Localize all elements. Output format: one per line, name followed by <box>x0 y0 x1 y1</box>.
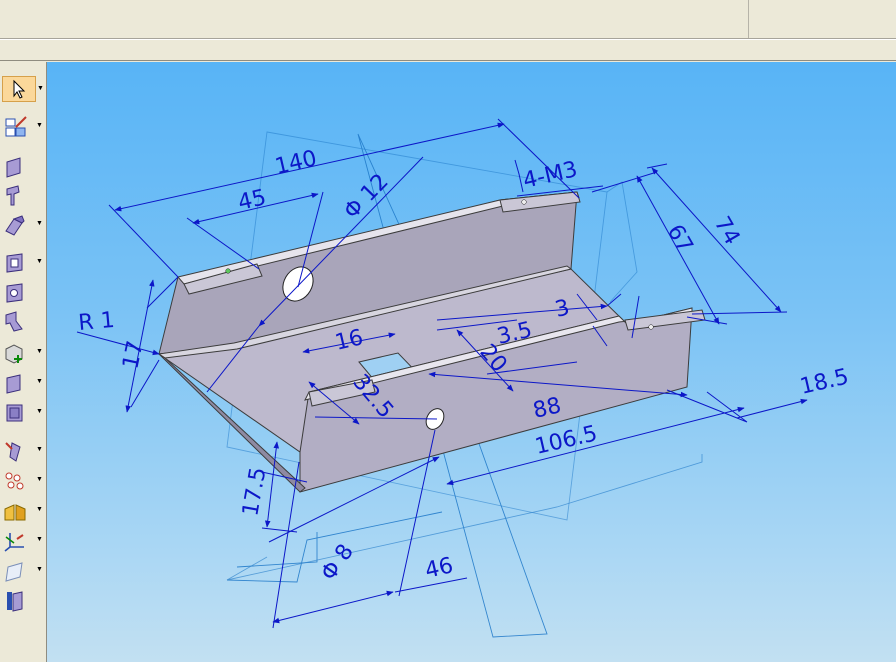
dropdown-arrow-icon[interactable]: ▼ <box>36 408 43 416</box>
dropdown-arrow-icon[interactable]: ▼ <box>36 378 43 386</box>
sheet-metal-drawing: 140 45 Φ 12 4-M3 67 74 R 1 17 16 3.5 3 2… <box>76 118 851 638</box>
title-area <box>0 0 896 40</box>
reference-plane-icon <box>5 562 23 582</box>
mirror-tool-button[interactable]: ▼ <box>2 498 43 524</box>
bend-icon <box>5 311 23 332</box>
plate-tool-button[interactable]: ▼ <box>2 400 43 426</box>
tab-icon <box>6 157 21 178</box>
sketch-edit-icon <box>5 116 27 137</box>
coordinate-system-icon <box>4 533 24 552</box>
divider <box>0 60 896 61</box>
dropdown-arrow-icon[interactable]: ▼ <box>36 536 43 544</box>
dropdown-arrow-icon[interactable]: ▼ <box>36 258 43 266</box>
thicken-icon <box>6 374 21 394</box>
contour-flange-icon <box>5 215 25 236</box>
dim-45: 45 <box>236 185 269 216</box>
dim-4-m3: 4-M3 <box>521 157 580 194</box>
dropdown-arrow-icon[interactable]: ▼ <box>36 122 43 130</box>
dim-17: 17 <box>118 339 148 372</box>
insert-corner-icon <box>5 344 23 364</box>
dropdown-arrow-icon[interactable]: ▼ <box>36 220 43 228</box>
flange-icon <box>6 185 20 206</box>
dim-18-5: 18.5 <box>798 364 851 399</box>
dim-phi-8: Φ 8 <box>316 540 358 586</box>
corner-tool-button[interactable]: ▼ <box>2 340 43 366</box>
select-arrow-icon <box>13 79 26 99</box>
flange-tool-button[interactable] <box>2 182 36 208</box>
pattern-icon <box>5 472 24 490</box>
select-tool-button[interactable]: ▼ <box>2 76 44 102</box>
dropdown-arrow-icon[interactable]: ▼ <box>36 506 43 514</box>
ribbon-band <box>0 40 896 62</box>
sketch-tool-button[interactable]: ▼ <box>2 114 43 140</box>
hole-icon <box>6 283 23 303</box>
dim-106-5: 106.5 <box>533 421 600 460</box>
contour-flange-button[interactable]: ▼ <box>2 212 43 238</box>
dim-r1: R 1 <box>77 308 115 336</box>
features-toolbar: ▼ ▼ ▼ ▼ ▼ ▼ ▼ ▼ ▼ ▼ ▼ ▼ <box>0 62 47 662</box>
coordinate-system-button[interactable]: ▼ <box>2 528 43 554</box>
thicken-tool-button[interactable]: ▼ <box>2 370 43 396</box>
dropdown-arrow-icon[interactable]: ▼ <box>36 446 43 454</box>
part-body <box>157 191 706 493</box>
divider <box>748 0 749 38</box>
dimple-icon <box>5 442 21 462</box>
dropdown-arrow-icon[interactable]: ▼ <box>36 348 43 356</box>
dropdown-arrow-icon[interactable]: ▼ <box>36 566 43 574</box>
dim-67: 67 <box>662 221 698 258</box>
plate-icon <box>6 404 23 422</box>
cutout-tool-button[interactable]: ▼ <box>2 250 43 276</box>
hole-tool-button[interactable] <box>2 280 36 306</box>
dimple-tool-button[interactable]: ▼ <box>2 438 43 464</box>
bend-tool-button[interactable] <box>2 308 36 334</box>
dim-140: 140 <box>273 146 320 180</box>
reference-plane-button[interactable]: ▼ <box>2 558 43 584</box>
dropdown-arrow-icon[interactable]: ▼ <box>37 85 44 93</box>
3d-viewport[interactable]: 140 45 Φ 12 4-M3 67 74 R 1 17 16 3.5 3 2… <box>47 62 896 662</box>
dropdown-arrow-icon[interactable]: ▼ <box>36 476 43 484</box>
tab-tool-button[interactable] <box>2 154 36 180</box>
pattern-tool-button[interactable]: ▼ <box>2 468 43 494</box>
part-view-icon <box>7 591 23 612</box>
dim-17-5: 17.5 <box>238 465 271 518</box>
dim-74: 74 <box>709 213 745 250</box>
dim-46: 46 <box>423 553 456 584</box>
mirror-icon <box>4 504 26 521</box>
cutout-icon <box>6 253 23 273</box>
part-view-button[interactable] <box>2 588 36 614</box>
